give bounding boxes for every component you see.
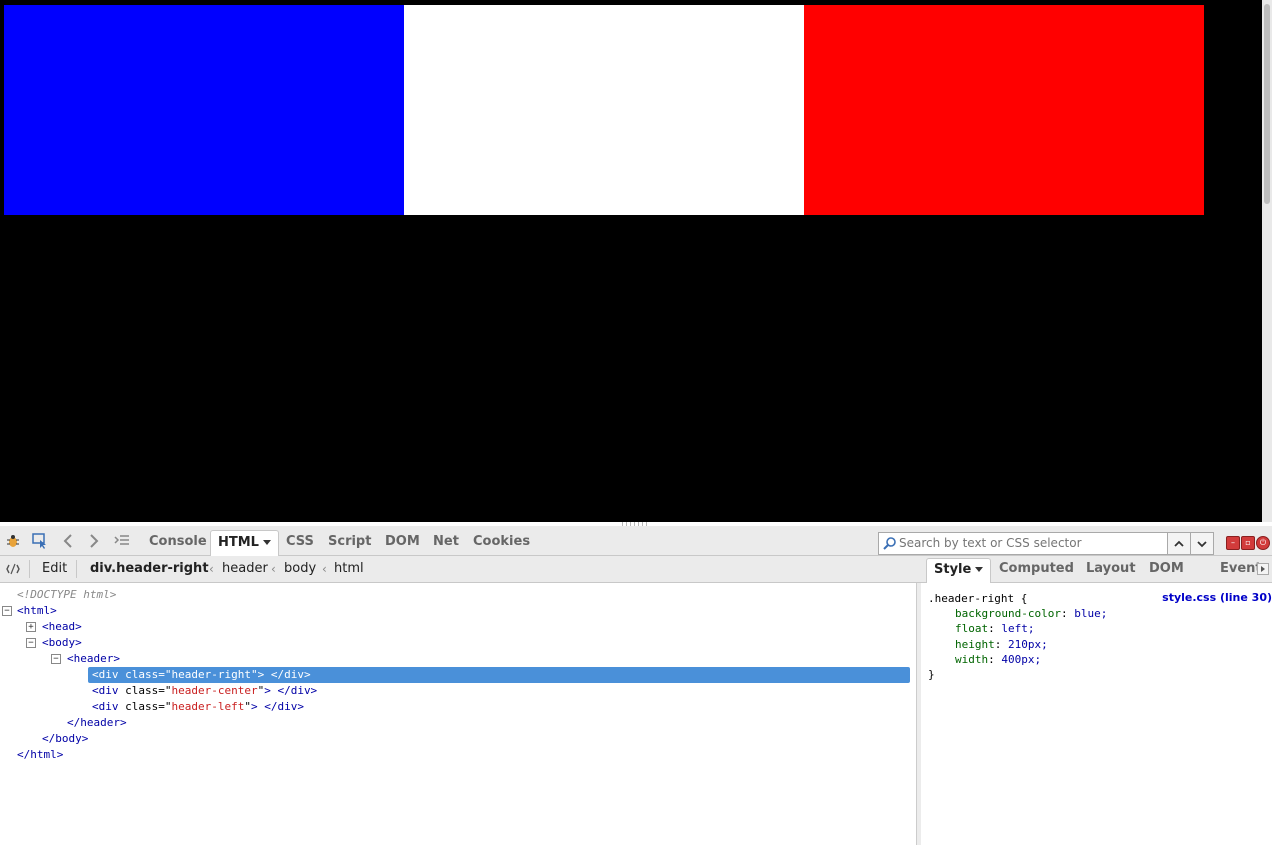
breadcrumb-separator-icon: ‹ [271, 562, 276, 576]
expand-head-icon[interactable]: + [26, 622, 36, 632]
edit-button[interactable]: Edit [42, 560, 67, 578]
attr-value: header-left [171, 700, 245, 713]
tag-close: > </div> [257, 668, 311, 681]
tree-node-body[interactable]: <body> [42, 635, 82, 651]
style-pane: .header-right { style.css (line 30) back… [921, 583, 1272, 845]
firebug-bug-icon[interactable] [4, 532, 22, 550]
tab-script[interactable]: Script [321, 530, 378, 556]
tree-node-body-close: </body> [42, 732, 89, 745]
header-left-stripe [804, 5, 1204, 215]
css-property: float [955, 622, 989, 635]
css-source-link[interactable]: style.css (line 30) [1162, 591, 1272, 604]
page-viewport [0, 0, 1262, 522]
tag-close: > </div> [264, 684, 318, 697]
css-property: background-color [955, 607, 1061, 620]
css-declaration[interactable]: background-color: blue; [955, 606, 1107, 621]
tag-open: <div [92, 700, 126, 713]
css-declaration[interactable]: height: 210px; [955, 637, 1048, 652]
css-property: width [955, 653, 989, 666]
header-right-stripe [4, 5, 404, 215]
toolbar-separator [29, 560, 30, 578]
inspect-element-icon[interactable] [31, 532, 49, 550]
toolbar-separator [76, 560, 77, 578]
tag-close: > </div> [250, 700, 304, 713]
tree-node-header[interactable]: <header> [67, 651, 120, 667]
html-tree-pane: <!DOCTYPE html> − <html> + <head> − <bod… [0, 583, 916, 845]
collapse-html-icon[interactable]: − [2, 606, 12, 616]
side-panel-tabs: Style Computed Layout DOM Events [918, 556, 1272, 584]
search-icon [883, 536, 897, 550]
close-icon[interactable]: ⏻ [1256, 536, 1270, 550]
css-property: height [955, 638, 995, 651]
breadcrumb-header[interactable]: header [222, 560, 268, 578]
tab-console[interactable]: Console [142, 530, 214, 556]
css-declaration[interactable]: float: left; [955, 621, 1035, 636]
firebug-panel: Console HTML CSS Script DOM Net Cookies … [0, 522, 1272, 845]
css-rule-close: } [928, 668, 935, 681]
html-subbar: Edit div.header-right ‹ header ‹ body ‹ … [0, 556, 918, 583]
tab-layout[interactable]: Layout [1079, 558, 1143, 582]
tab-side-dom[interactable]: DOM [1142, 558, 1191, 582]
chevron-down-icon [262, 540, 271, 545]
attr-name: class=" [125, 700, 172, 713]
tree-node-html[interactable]: <html> [17, 603, 57, 619]
css-value: left; [1001, 622, 1035, 635]
search-field[interactable] [878, 532, 1168, 555]
tab-cookies[interactable]: Cookies [466, 530, 537, 556]
attr-quote: " [250, 668, 258, 681]
page-scrollbar-thumb[interactable] [1264, 4, 1270, 204]
attr-quote: " [244, 700, 251, 713]
tree-node-header-close: </header> [67, 716, 127, 729]
css-value: 400px; [1001, 653, 1042, 666]
search-input[interactable] [899, 534, 1159, 552]
more-tabs-icon[interactable] [1257, 563, 1269, 575]
doctype-line: <!DOCTYPE html> [17, 588, 117, 601]
chevron-down-icon [975, 567, 984, 572]
css-declaration[interactable]: width: 400px; [955, 652, 1041, 667]
list-indent-icon[interactable] [113, 532, 131, 550]
breadcrumb-html[interactable]: html [334, 560, 364, 578]
tree-node-div-selected[interactable]: <div class="header-right"> </div> [88, 667, 910, 683]
tab-style[interactable]: Style [926, 558, 992, 584]
attr-value: header-right [171, 668, 251, 681]
tab-html[interactable]: HTML [210, 530, 279, 558]
attr-name: class=" [125, 668, 172, 681]
tab-dom[interactable]: DOM [378, 530, 427, 556]
tag-open: <div [92, 668, 126, 681]
breadcrumb-separator-icon: ‹ [209, 562, 214, 576]
tree-node-html-close: </html> [17, 748, 64, 761]
search-next-button[interactable] [1190, 532, 1214, 555]
tree-node-div[interactable]: <div class="header-center"> </div> [92, 683, 317, 699]
collapse-tree-icon[interactable] [4, 560, 22, 578]
detach-window-icon[interactable]: ▫ [1241, 536, 1255, 550]
css-selector[interactable]: .header-right { [928, 591, 1027, 606]
chevron-down-icon [1197, 540, 1207, 547]
collapse-header-icon[interactable]: − [51, 654, 61, 664]
tree-node-head[interactable]: <head> [42, 619, 82, 635]
collapse-body-icon[interactable]: − [26, 638, 36, 648]
tab-css[interactable]: CSS [279, 530, 321, 556]
tag-open: <div [92, 684, 126, 697]
breadcrumb-current[interactable]: div.header-right [90, 560, 209, 578]
tab-net[interactable]: Net [426, 530, 466, 556]
css-value: blue; [1074, 607, 1108, 620]
tab-style-label: Style [934, 562, 972, 577]
minimize-icon[interactable]: – [1226, 536, 1240, 550]
breadcrumb-separator-icon: ‹ [322, 562, 327, 576]
chevron-up-icon [1174, 540, 1184, 547]
firebug-toolbar: Console HTML CSS Script DOM Net Cookies … [0, 526, 1272, 558]
forward-icon[interactable] [85, 532, 103, 550]
header-center-stripe [404, 5, 804, 215]
back-icon[interactable] [59, 532, 77, 550]
tab-computed[interactable]: Computed [992, 558, 1081, 582]
search-prev-button[interactable] [1167, 532, 1191, 555]
css-value: 210px; [1008, 638, 1048, 651]
tab-html-label: HTML [218, 535, 259, 550]
tree-node-div[interactable]: <div class="header-left"> </div> [92, 699, 304, 715]
attr-value: header-center [171, 684, 258, 697]
page-scrollbar[interactable] [1262, 0, 1272, 522]
breadcrumb-body[interactable]: body [284, 560, 316, 578]
attr-name: class=" [125, 684, 172, 697]
